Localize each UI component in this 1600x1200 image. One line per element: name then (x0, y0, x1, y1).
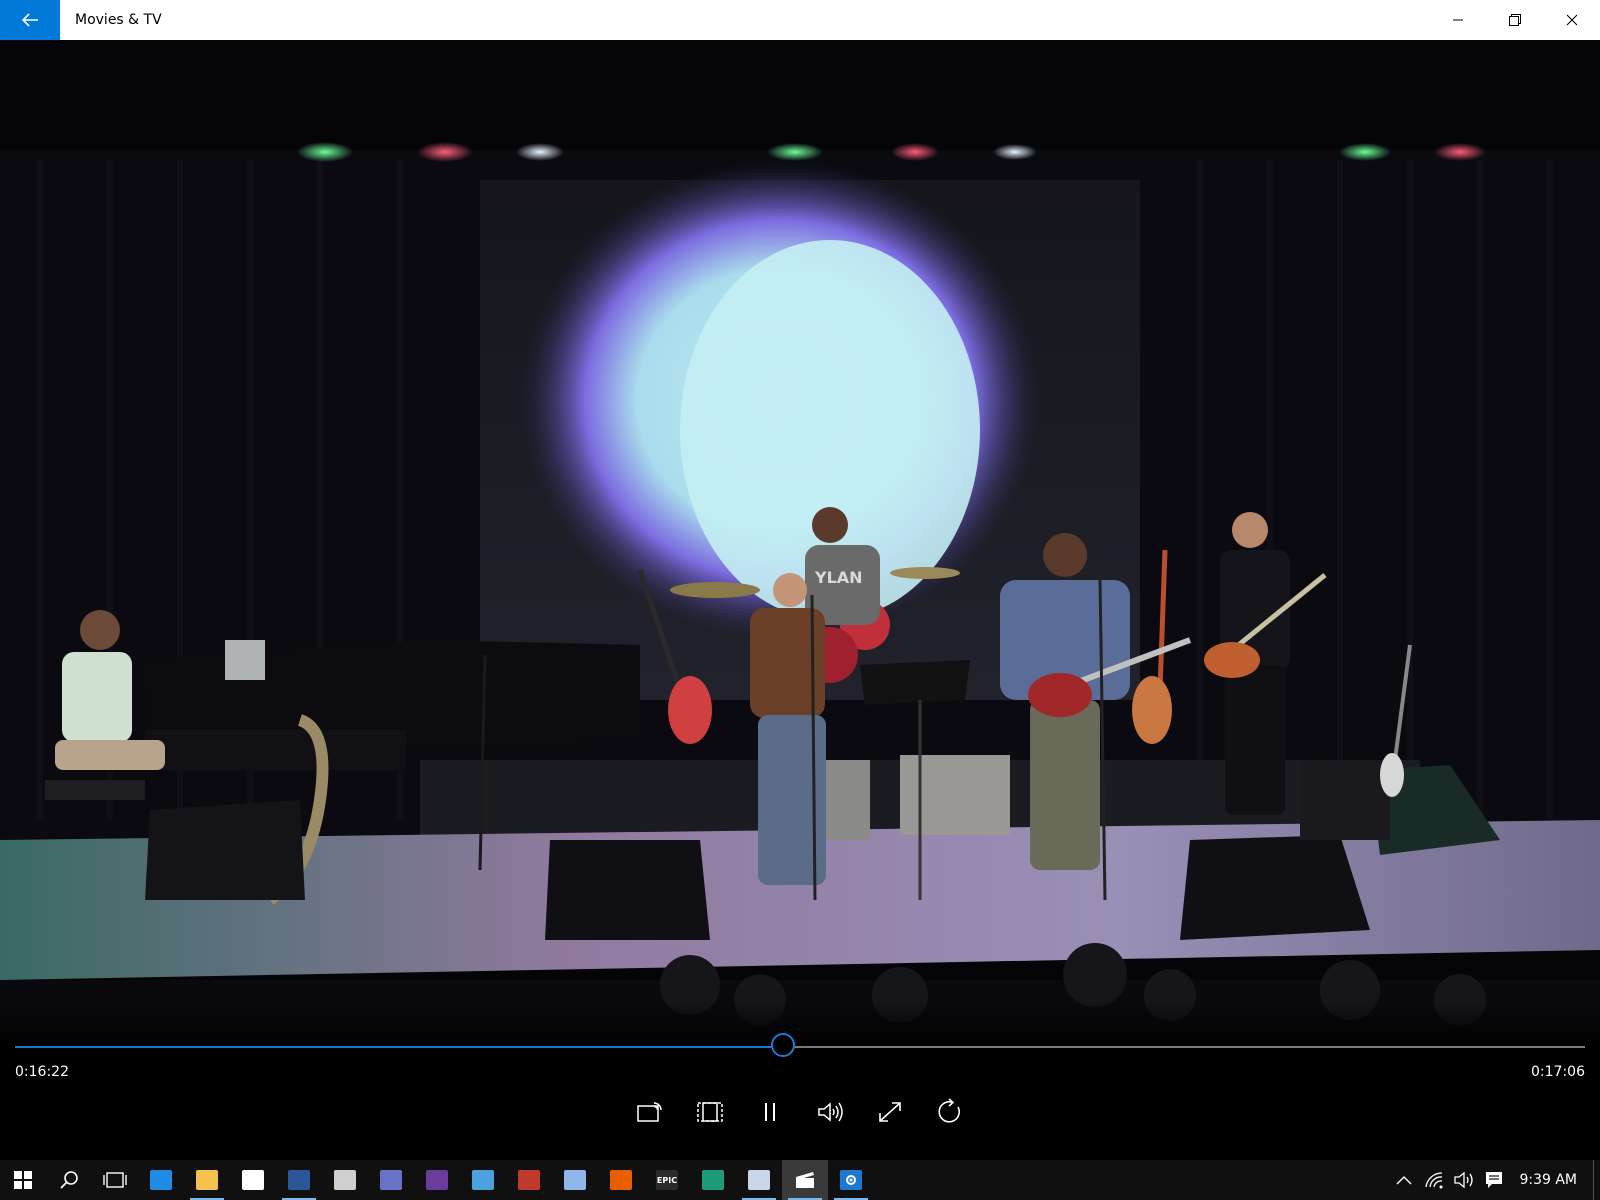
taskbar-paint-app[interactable] (736, 1160, 782, 1200)
task-view-icon (103, 1172, 127, 1188)
system-tray: 9:39 AM (1389, 1160, 1600, 1200)
photo-icon (472, 1170, 494, 1190)
pinned-apps: EPIC (138, 1160, 874, 1200)
music-note-icon (426, 1170, 448, 1190)
piano-icon (380, 1170, 402, 1190)
video-frame[interactable]: YLAN (0, 40, 1600, 1040)
taskbar-chat-app[interactable] (552, 1160, 598, 1200)
search-icon (60, 1171, 78, 1189)
pause-button[interactable] (754, 1092, 786, 1132)
taskbar-piano-app[interactable] (368, 1160, 414, 1200)
chevron-up-icon (1396, 1176, 1412, 1185)
folder-icon (196, 1170, 218, 1190)
full-screen-icon (879, 1102, 901, 1122)
chat-icon (564, 1170, 586, 1190)
game-icon (518, 1170, 540, 1190)
minimize-button[interactable] (1429, 0, 1486, 40)
close-button[interactable] (1543, 0, 1600, 40)
player-controls (0, 1000, 1600, 1170)
title-bar: Movies & TV (0, 0, 1600, 40)
taskbar-settings[interactable] (828, 1160, 874, 1200)
clapperboard-icon (794, 1170, 816, 1190)
task-view-button[interactable] (92, 1160, 138, 1200)
taskbar-firefox[interactable] (598, 1160, 644, 1200)
gear-icon (840, 1170, 862, 1190)
cast-icon (637, 1102, 662, 1122)
speaker-icon (1454, 1171, 1474, 1189)
seek-bar-progress (15, 1046, 785, 1048)
back-arrow-icon (21, 13, 38, 27)
edge-icon (150, 1170, 172, 1190)
volume-tray-button[interactable] (1449, 1160, 1479, 1200)
taskbar-epic-games[interactable]: EPIC (644, 1160, 690, 1200)
taskbar-edge[interactable] (138, 1160, 184, 1200)
minimize-icon (1452, 19, 1463, 21)
network-button[interactable] (1419, 1160, 1449, 1200)
taskbar-app-window[interactable] (322, 1160, 368, 1200)
repeat-button[interactable] (934, 1092, 966, 1132)
notification-icon (1486, 1172, 1503, 1188)
taskbar-publisher-app[interactable] (690, 1160, 736, 1200)
taskbar-movies-tv[interactable] (782, 1160, 828, 1200)
transport-controls (0, 1092, 1600, 1132)
wifi-icon (1425, 1172, 1443, 1189)
show-desktop-button[interactable] (1593, 1160, 1600, 1200)
taskbar-file-explorer[interactable] (184, 1160, 230, 1200)
start-button[interactable] (0, 1160, 46, 1200)
full-screen-button[interactable] (874, 1092, 906, 1132)
taskbar-game-app[interactable] (506, 1160, 552, 1200)
aspect-ratio-button[interactable] (694, 1092, 726, 1132)
cast-to-device-button[interactable] (634, 1092, 666, 1132)
concert-stage-scene: YLAN (0, 40, 1600, 1040)
elapsed-time: 0:16:22 (15, 1064, 69, 1080)
word-icon (288, 1170, 310, 1190)
taskbar: EPIC 9:39 AM (0, 1160, 1600, 1200)
show-hidden-icons-button[interactable] (1389, 1160, 1419, 1200)
store-icon (242, 1170, 264, 1190)
window-app-icon (334, 1170, 356, 1190)
epic-icon: EPIC (656, 1170, 678, 1190)
shirt-text: YLAN (814, 568, 863, 587)
paint-icon (748, 1170, 770, 1190)
volume-icon (818, 1102, 843, 1122)
restore-button[interactable] (1486, 0, 1543, 40)
taskbar-music-app[interactable] (414, 1160, 460, 1200)
close-icon (1566, 14, 1577, 26)
windows-logo-icon (14, 1171, 32, 1189)
document-icon (702, 1170, 724, 1190)
action-center-button[interactable] (1479, 1160, 1509, 1200)
clock[interactable]: 9:39 AM (1509, 1172, 1593, 1188)
seek-bar[interactable] (15, 1033, 1585, 1057)
pause-icon (765, 1103, 775, 1121)
restore-icon (1508, 14, 1521, 26)
taskbar-photos-app[interactable] (460, 1160, 506, 1200)
aspect-ratio-icon (697, 1102, 723, 1122)
repeat-icon (938, 1098, 961, 1123)
taskbar-store[interactable] (230, 1160, 276, 1200)
firefox-icon (610, 1170, 632, 1190)
taskbar-word[interactable] (276, 1160, 322, 1200)
total-duration: 0:17:06 (1531, 1064, 1585, 1080)
back-button[interactable] (0, 0, 60, 40)
app-title: Movies & TV (75, 12, 162, 28)
search-button[interactable] (46, 1160, 92, 1200)
volume-button[interactable] (814, 1092, 846, 1132)
